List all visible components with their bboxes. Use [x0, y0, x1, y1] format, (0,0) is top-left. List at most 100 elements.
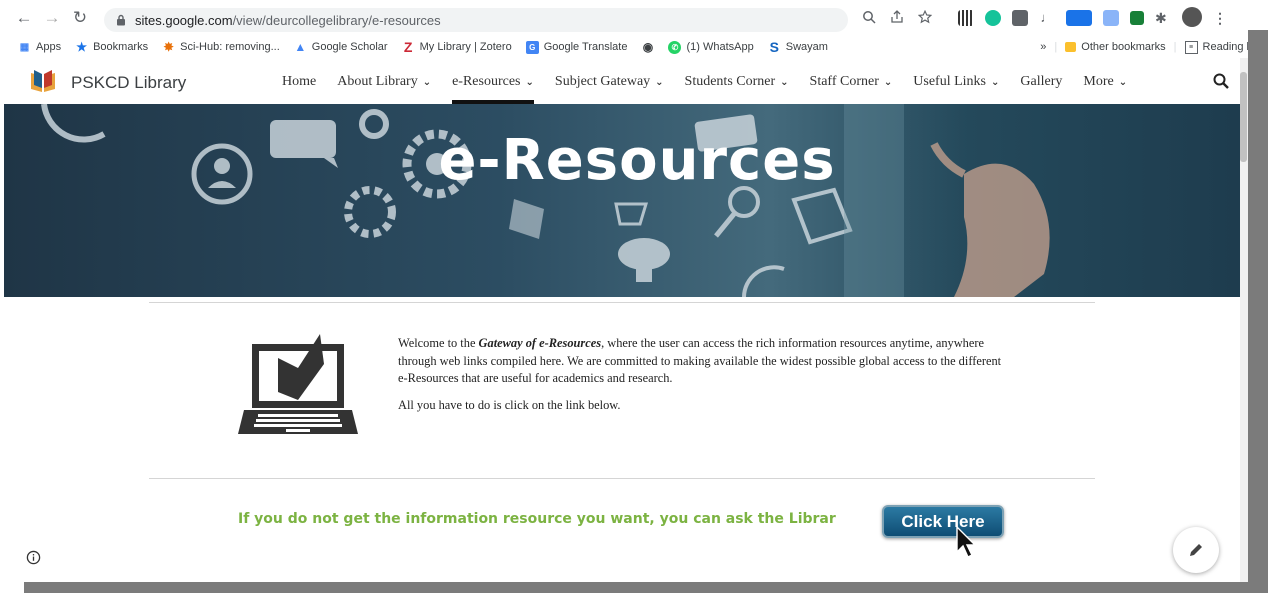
nav-gallery[interactable]: Gallery — [1020, 60, 1062, 104]
bookmark-scihub[interactable]: ✸ Sci-Hub: removing... — [162, 40, 280, 54]
zotero-icon: Z — [403, 39, 413, 55]
pencil-icon — [1190, 544, 1202, 556]
url-path: /view/deurcollegelibrary/e-resources — [232, 12, 441, 28]
nav-about-library[interactable]: About Library ⌄ — [337, 60, 431, 104]
browser-menu-icon[interactable]: ⋮ — [1213, 10, 1227, 27]
gateway-emphasis: Gateway of e-Resources — [478, 336, 602, 350]
scihub-icon: ✸ — [163, 40, 174, 54]
bookmark-label: Swayam — [785, 41, 828, 53]
share-icon[interactable] — [890, 10, 904, 24]
click-here-button[interactable]: Click Here — [882, 505, 1004, 538]
bookmark-label: (1) WhatsApp — [686, 41, 754, 53]
bookmark-star-icon[interactable] — [918, 10, 932, 24]
url-host: sites.google.com — [135, 12, 233, 28]
lock-icon — [117, 14, 125, 26]
more-bookmarks-icon[interactable]: » — [1040, 41, 1046, 53]
library-logo[interactable] — [28, 68, 58, 94]
scholar-icon: ▲ — [294, 40, 307, 54]
chevron-down-icon: ⌄ — [991, 76, 1000, 88]
site-title[interactable]: PSKCD Library — [71, 73, 186, 93]
nav-more[interactable]: More ⌄ — [1083, 60, 1127, 104]
swayam-icon: S — [769, 39, 779, 55]
intro-paragraph: Welcome to the Gateway of e-Resources, w… — [398, 335, 1008, 388]
nav-label: Staff Corner — [809, 74, 879, 89]
globe-icon: ◉ — [642, 40, 654, 54]
folder-icon — [1065, 42, 1077, 52]
nav-label: Home — [282, 74, 317, 89]
bookmark-swayam[interactable]: S Swayam — [768, 39, 828, 55]
bookmark-label: Sci-Hub: removing... — [180, 41, 280, 53]
star-icon: ★ — [76, 40, 87, 54]
bookmark-label: Google Translate — [543, 41, 628, 53]
banner-title: e-Resources — [438, 128, 836, 193]
scrollbar-thumb[interactable] — [1240, 72, 1247, 162]
translate-icon: G — [525, 40, 539, 54]
nav-staff-corner[interactable]: Staff Corner ⌄ — [810, 60, 893, 104]
divider-bottom — [149, 478, 1095, 479]
edit-button[interactable] — [1173, 527, 1219, 573]
tab-extension-icon[interactable] — [1130, 11, 1144, 25]
bookmark-label: Bookmarks — [93, 41, 149, 53]
intro-text-start: Welcome to the — [398, 336, 479, 350]
ask-librarian-text: If you do not get the information resour… — [238, 511, 836, 527]
chevron-down-icon: ⌄ — [655, 76, 664, 88]
browser-toolbar: ← → ↻ sites.google.com/view/deurcollegel… — [0, 0, 1268, 36]
divider-top — [149, 302, 1095, 303]
nav-home[interactable]: Home — [282, 60, 316, 104]
separator: | — [1054, 41, 1058, 53]
reading-list-icon: ≡ — [1184, 40, 1198, 54]
nav-label: Students Corner — [684, 74, 776, 89]
apps-grid-icon: ▦ — [19, 41, 30, 53]
bookmark-apps[interactable]: ▦ Apps — [18, 41, 61, 54]
bookmarks-bar: ▦ Apps ★ Bookmarks ✸ Sci-Hub: removing... ▲… — [0, 36, 1268, 58]
main-nav: Home About Library ⌄ e-Resources ⌄ Subject… — [282, 60, 1127, 104]
bookmark-bookmarks[interactable]: ★ Bookmarks — [75, 40, 149, 54]
mouse-cursor-icon — [956, 526, 977, 558]
search-icon[interactable] — [1212, 72, 1230, 90]
bookmark-label: My Library | Zotero — [419, 41, 512, 53]
chevron-down-icon: ⌄ — [422, 76, 432, 88]
chevron-down-icon: ⌄ — [780, 76, 789, 88]
bookmark-google-translate[interactable]: G Google Translate — [525, 40, 628, 54]
other-bookmarks[interactable]: Other bookmarks — [1065, 41, 1166, 53]
address-bar[interactable]: sites.google.com/view/deurcollegelibrary… — [104, 8, 848, 32]
bookmark-globe[interactable]: ◉ — [641, 40, 654, 54]
nav-label: About Library — [337, 74, 418, 89]
nav-label: Useful Links — [913, 74, 986, 89]
whatsapp-icon: ✆ — [668, 40, 682, 54]
grammarly-extension-icon[interactable] — [985, 10, 1001, 26]
nav-label: Gallery — [1020, 74, 1063, 89]
nav-label: e-Resources — [452, 74, 521, 89]
docs-extension-icon[interactable] — [1103, 10, 1119, 26]
nav-e-resources[interactable]: e-Resources ⌄ — [452, 60, 534, 104]
chevron-down-icon: ⌄ — [525, 76, 534, 88]
chevron-down-icon: ⌄ — [1118, 76, 1128, 88]
intro-text: Welcome to the Gateway of e-Resources, w… — [398, 335, 1008, 414]
info-icon[interactable] — [26, 550, 41, 565]
other-bookmarks-label: Other bookmarks — [1081, 41, 1166, 53]
nav-label: Subject Gateway — [554, 74, 651, 89]
puzzle-extensions-icon[interactable]: ✱ — [1155, 10, 1171, 26]
back-icon[interactable]: ← — [12, 6, 36, 30]
reload-icon[interactable]: ↻ — [68, 6, 92, 30]
bookmark-google-scholar[interactable]: ▲ Google Scholar — [294, 40, 388, 54]
bookmark-whatsapp[interactable]: ✆ (1) WhatsApp — [668, 40, 754, 54]
bookmark-label: Google Scholar — [311, 41, 388, 53]
nav-subject-gateway[interactable]: Subject Gateway ⌄ — [555, 60, 664, 104]
hero-banner: e-Resources — [4, 104, 1240, 297]
bookmark-zotero[interactable]: Z My Library | Zotero — [402, 39, 512, 55]
instruction-paragraph: All you have to do is click on the link … — [398, 397, 621, 412]
nav-students-corner[interactable]: Students Corner ⌄ — [685, 60, 789, 104]
copy-extension-icon[interactable] — [1066, 10, 1092, 26]
nav-useful-links[interactable]: Useful Links ⌄ — [913, 60, 999, 104]
mic-extension-icon[interactable]: ♩ — [1039, 10, 1055, 26]
screenshot-frame-bottom — [24, 582, 1268, 593]
qr-extension-icon[interactable] — [958, 10, 974, 26]
nav-label: More — [1083, 74, 1114, 89]
zoom-icon[interactable] — [862, 10, 876, 24]
forward-icon[interactable]: → — [40, 6, 64, 30]
bookmark-label: Apps — [36, 41, 62, 53]
profile-avatar[interactable] — [1182, 7, 1202, 27]
screenshot-extension-icon[interactable] — [1012, 10, 1028, 26]
screenshot-frame-right — [1248, 30, 1268, 593]
